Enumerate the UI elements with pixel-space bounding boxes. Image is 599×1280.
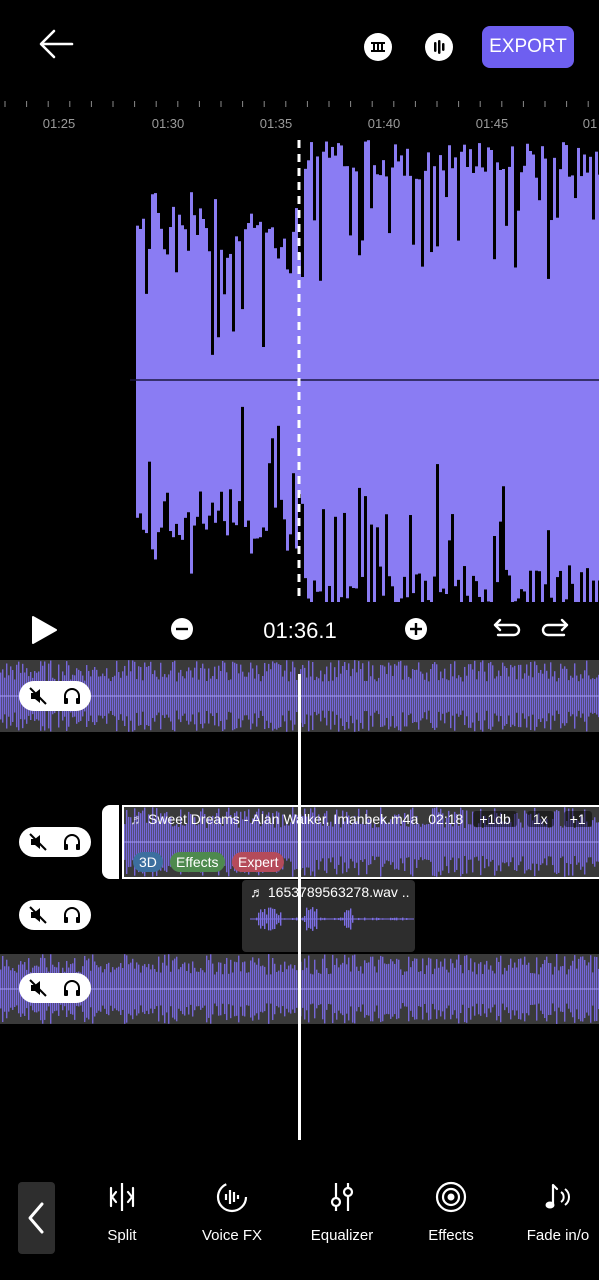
ruler-label: 01:25 [42, 116, 76, 131]
mute-icon[interactable] [23, 973, 53, 1003]
clip-speed[interactable]: 1x [526, 811, 554, 827]
split-icon [109, 1183, 135, 1211]
bottom-toolbar: Split Voice FX Equalizer Effects Fade in… [0, 1160, 599, 1280]
wav-clip-waveform [250, 907, 414, 931]
tool-voice-fx[interactable]: Voice FX [177, 1180, 287, 1244]
headphones-icon[interactable] [57, 900, 87, 930]
fade-icon [545, 1183, 570, 1209]
clip-trim-handle[interactable] [102, 805, 119, 879]
chevron-left-icon [28, 1202, 44, 1234]
clip-title: 1653789563278.wav .. [267, 884, 410, 900]
collapse-toolbar-button[interactable] [18, 1182, 55, 1254]
tool-label: Fade in/o [526, 1227, 590, 1244]
ruler-label: 01 [582, 116, 598, 131]
main-waveform[interactable] [0, 140, 599, 602]
headphones-icon[interactable] [57, 827, 87, 857]
equalizer-icon [330, 1183, 354, 1211]
music-note-icon: ♬ [130, 811, 144, 827]
mute-icon[interactable] [23, 681, 53, 711]
tracks-area: ♬ Sweet Dreams - Alan Walker, Imanbek.m4… [0, 658, 599, 1158]
tag-effects[interactable]: Effects [170, 852, 225, 872]
track-controls [19, 973, 91, 1003]
voice-fx-icon [216, 1181, 248, 1213]
track-controls [19, 827, 91, 857]
headphones-icon[interactable] [57, 681, 87, 711]
top-bar: EXPORT [0, 0, 599, 95]
effects-icon [435, 1181, 467, 1213]
current-time: 01:36.1 [263, 618, 337, 643]
tool-fade[interactable]: Fade in/o [503, 1180, 599, 1244]
play-icon[interactable] [28, 614, 60, 651]
clip-header: ♬ Sweet Dreams - Alan Walker, Imanbek.m4… [130, 811, 592, 827]
headphones-icon[interactable] [57, 973, 87, 1003]
tool-label: Effects [428, 1227, 474, 1244]
track-view-icon[interactable] [364, 33, 392, 61]
clip-extra[interactable]: +1 [563, 811, 592, 827]
back-arrow-icon[interactable] [36, 26, 76, 62]
mute-icon[interactable] [23, 827, 53, 857]
tool-split[interactable]: Split [67, 1180, 177, 1244]
clip-gain[interactable]: +1db [473, 811, 517, 827]
tool-label: Equalizer [310, 1227, 374, 1244]
zoom-out-icon[interactable] [171, 618, 193, 645]
mute-icon[interactable] [23, 900, 53, 930]
track-controls [19, 681, 91, 711]
ruler-ticks [4, 101, 589, 107]
clip-title: Sweet Dreams - Alan Walker, Imanbek.m4a [148, 811, 419, 827]
track-controls [19, 900, 91, 930]
tool-equalizer[interactable]: Equalizer [287, 1180, 397, 1244]
music-note-icon: ♬ [250, 884, 264, 900]
wav-clip-header: ♬ 1653789563278.wav .. [250, 884, 410, 900]
playhead[interactable] [298, 674, 301, 1140]
ruler-label: 01:35 [259, 116, 293, 131]
ruler-label: 01:45 [475, 116, 509, 131]
timeline-ruler[interactable]: 01:25 01:30 01:35 01:40 01:45 01 [0, 95, 599, 140]
tool-effects[interactable]: Effects [396, 1180, 506, 1244]
tag-3d[interactable]: 3D [133, 852, 163, 872]
zoom-in-icon[interactable] [405, 618, 427, 645]
tool-label: Voice FX [201, 1227, 263, 1244]
transport-bar: 01:36.1 [0, 602, 599, 658]
tool-label: Split [107, 1227, 137, 1244]
main-waveform-graphic [130, 140, 599, 602]
ruler-label: 01:30 [151, 116, 185, 131]
clip-duration: 02:18 [428, 811, 464, 827]
tag-expert[interactable]: Expert [232, 852, 285, 872]
undo-icon[interactable] [492, 616, 522, 647]
waveform-view-icon[interactable] [425, 33, 453, 61]
ruler-label: 01:40 [367, 116, 401, 131]
wav-clip[interactable]: ♬ 1653789563278.wav .. [242, 880, 415, 952]
selected-clip[interactable]: ♬ Sweet Dreams - Alan Walker, Imanbek.m4… [102, 805, 599, 879]
export-button[interactable]: EXPORT [482, 26, 574, 68]
redo-icon[interactable] [540, 616, 570, 647]
